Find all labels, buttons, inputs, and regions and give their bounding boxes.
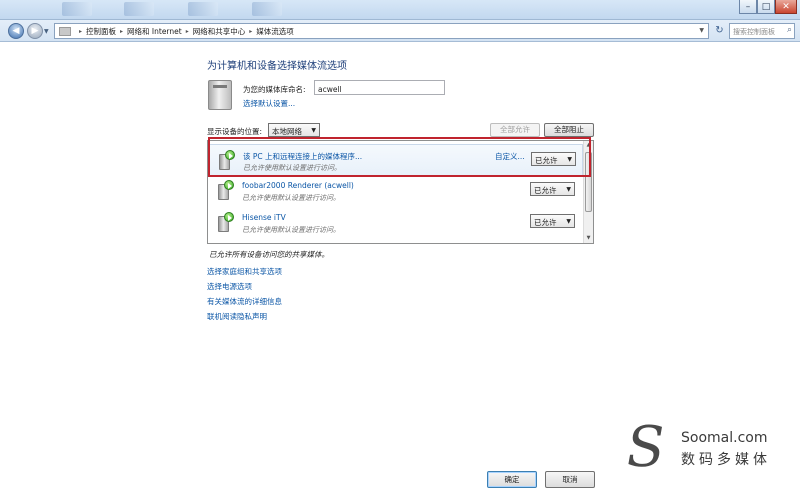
watermark: S Soomal.com 数码多媒体: [620, 415, 786, 480]
chevron-right-icon[interactable]: ▸: [186, 28, 189, 35]
show-devices-label: 显示设备的位置:: [207, 127, 263, 136]
permission-value: 已允许: [534, 218, 557, 227]
breadcrumb-network-internet[interactable]: 网络和 Internet: [127, 26, 182, 37]
control-panel-icon: [59, 26, 71, 36]
address-bar-region: ◀ ▶ ▼ ▸ 控制面板 ▸ 网络和 Internet ▸ 网络和共享中心 ▸ …: [0, 20, 800, 42]
device-list: 该 PC 上和远程连接上的媒体程序... 已允许使用默认设置进行访问。 自定义.…: [207, 140, 594, 244]
taskbar-thumbnail: [124, 2, 154, 16]
breadcrumb-control-panel[interactable]: 控制面板: [86, 26, 116, 37]
refresh-icon[interactable]: ↻: [712, 23, 727, 39]
all-allowed-status: 已允许所有设备访问您的共享媒体。: [209, 250, 329, 259]
close-icon[interactable]: ✕: [775, 0, 797, 14]
device-name[interactable]: 该 PC 上和远程连接上的媒体程序...: [243, 151, 362, 162]
allowed-play-icon: [224, 212, 234, 222]
chevron-down-icon: ▼: [567, 156, 572, 163]
maximize-icon[interactable]: □: [757, 0, 775, 14]
address-bar[interactable]: ▸ 控制面板 ▸ 网络和 Internet ▸ 网络和共享中心 ▸ 媒体流选项 …: [54, 23, 709, 39]
block-all-button[interactable]: 全部阻止: [544, 123, 594, 137]
chevron-right-icon[interactable]: ▸: [79, 28, 82, 35]
device-name[interactable]: Hisense iTV: [242, 213, 286, 222]
soomal-logo-icon: S: [620, 415, 671, 480]
ok-button[interactable]: 确定: [487, 471, 537, 488]
device-description: 已允许使用默认设置进行访问。: [242, 194, 340, 202]
recent-pages-dropdown-icon[interactable]: ▼: [44, 28, 49, 35]
power-options-link[interactable]: 选择电源选项: [207, 281, 282, 292]
permission-value: 已允许: [534, 186, 557, 195]
chevron-down-icon: ▼: [566, 186, 571, 193]
allowed-play-icon: [225, 150, 235, 160]
scrollbar-thumb[interactable]: [585, 152, 592, 212]
page-title: 为计算机和设备选择媒体流选项: [207, 61, 347, 72]
show-devices-select[interactable]: 本地网络 ▼: [268, 123, 320, 137]
chevron-right-icon[interactable]: ▸: [249, 28, 252, 35]
library-name-input[interactable]: [314, 80, 445, 95]
permission-value: 已允许: [535, 156, 558, 165]
device-description: 已允许使用默认设置进行访问。: [243, 164, 341, 172]
scroll-up-icon[interactable]: ▲: [584, 141, 593, 150]
library-name-label: 为您的媒体库命名:: [243, 85, 306, 94]
device-row[interactable]: Hisense iTV 已允许使用默认设置进行访问。 已允许 ▼: [208, 207, 583, 239]
device-row[interactable]: 该 PC 上和远程连接上的媒体程序... 已允许使用默认设置进行访问。 自定义.…: [208, 144, 583, 176]
breadcrumb-media-streaming-options[interactable]: 媒体流选项: [256, 26, 294, 37]
privacy-statement-link[interactable]: 联机阅读隐私声明: [207, 311, 282, 322]
watermark-brand: Soomal.com: [681, 430, 768, 446]
search-placeholder: 搜索控制面板: [733, 28, 775, 36]
permission-select[interactable]: 已允许 ▼: [530, 214, 575, 228]
search-icon[interactable]: ⌕: [787, 25, 792, 35]
choose-defaults-link[interactable]: 选择默认设置...: [243, 98, 295, 109]
taskbar-thumbnail: [252, 2, 282, 16]
chevron-down-icon: ▼: [566, 218, 571, 225]
watermark-subtitle: 数码多媒体: [681, 452, 771, 468]
device-list-scrollbar[interactable]: ▲ ▼: [583, 141, 593, 243]
device-row[interactable]: foobar2000 Renderer (acwell) 已允许使用默认设置进行…: [208, 175, 583, 207]
related-links: 选择家庭组和共享选项 选择电源选项 有关媒体流的详细信息 联机阅读隐私声明: [207, 266, 282, 322]
allowed-play-icon: [224, 180, 234, 190]
chevron-down-icon: ▼: [311, 127, 316, 134]
media-streaming-info-link[interactable]: 有关媒体流的详细信息: [207, 296, 282, 307]
taskbar-thumbnail: [188, 2, 218, 16]
allow-all-button[interactable]: 全部允许: [490, 123, 540, 137]
taskbar-thumbnail: [62, 2, 92, 16]
cancel-button[interactable]: 取消: [545, 471, 595, 488]
device-description: 已允许使用默认设置进行访问。: [242, 226, 340, 234]
back-arrow-icon[interactable]: ◀: [8, 23, 24, 39]
minimize-icon[interactable]: –: [739, 0, 757, 14]
scroll-down-icon[interactable]: ▼: [584, 234, 593, 243]
chevron-right-icon[interactable]: ▸: [120, 28, 123, 35]
show-devices-value: 本地网络: [272, 127, 302, 136]
device-name[interactable]: foobar2000 Renderer (acwell): [242, 181, 354, 190]
media-library-icon: [208, 80, 232, 110]
permission-select[interactable]: 已允许 ▼: [531, 152, 576, 166]
permission-select[interactable]: 已允许 ▼: [530, 182, 575, 196]
address-dropdown-icon[interactable]: ▼: [699, 27, 704, 34]
breadcrumb-network-sharing-center[interactable]: 网络和共享中心: [193, 26, 246, 37]
window-title-bar: – □ ✕: [0, 0, 800, 20]
customize-link[interactable]: 自定义...: [495, 151, 525, 162]
search-input[interactable]: 搜索控制面板 ⌕: [729, 23, 795, 39]
forward-arrow-icon[interactable]: ▶: [27, 23, 43, 39]
homegroup-sharing-link[interactable]: 选择家庭组和共享选项: [207, 266, 282, 277]
